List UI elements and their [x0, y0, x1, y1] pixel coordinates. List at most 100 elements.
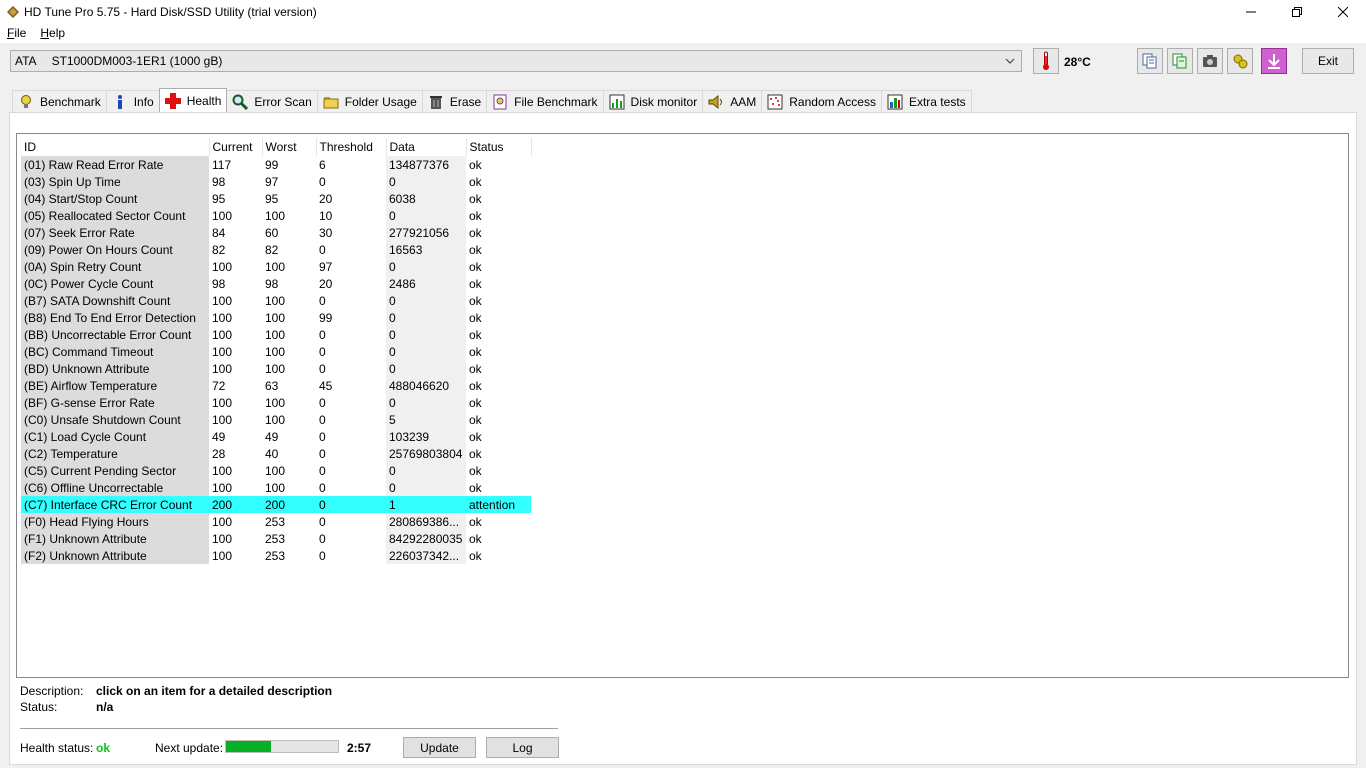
table-row[interactable]: (BD) Unknown Attribute 100 100 0 0 ok [21, 360, 531, 377]
tab-info[interactable]: Info [105, 90, 160, 112]
tab-health[interactable]: Health [158, 88, 228, 112]
table-row[interactable]: (05) Reallocated Sector Count 100 100 10 0 ok [21, 207, 531, 224]
table-row[interactable]: (C5) Current Pending Sector 100 100 0 0 ok [21, 462, 531, 479]
cell-id: (04) Start/Stop Count [21, 190, 209, 207]
description-label: Description: [20, 684, 84, 698]
table-row[interactable]: (F0) Head Flying Hours 100 253 0 280869386..… [21, 513, 531, 530]
tab-benchmark[interactable]: Benchmark [12, 90, 107, 112]
table-row[interactable]: (C1) Load Cycle Count 49 49 0 103239 ok [21, 428, 531, 445]
cell-status: ok [469, 446, 482, 461]
header-id[interactable]: ID [21, 138, 210, 156]
cell-threshold: 0 [319, 548, 326, 563]
cell-id: (B8) End To End Error Detection [21, 309, 209, 326]
minimize-icon [1246, 11, 1256, 12]
header-data[interactable]: Data [386, 138, 467, 156]
exit-button[interactable]: Exit [1302, 48, 1354, 74]
tab-extra-tests[interactable]: Extra tests [880, 90, 972, 112]
table-row[interactable]: (0A) Spin Retry Count 100 100 97 0 ok [21, 258, 531, 275]
speaker-icon [708, 94, 724, 110]
header-status[interactable]: Status [466, 138, 532, 156]
tab-file-benchmark[interactable]: File Benchmark [486, 90, 604, 112]
cell-threshold: 0 [319, 480, 326, 495]
cell-threshold: 0 [319, 463, 326, 478]
options-button[interactable] [1227, 48, 1253, 74]
cell-status: ok [469, 327, 482, 342]
smart-table[interactable]: ID Current Worst Threshold Data Status (… [16, 133, 1349, 678]
cell-current: 100 [212, 395, 233, 410]
table-row[interactable]: (04) Start/Stop Count 95 95 20 6038 ok [21, 190, 531, 207]
maximize-button[interactable] [1274, 0, 1320, 23]
tab-aam[interactable]: AAM [702, 90, 763, 112]
drive-select[interactable]: ATA ST1000DM003-1ER1 (1000 gB) [10, 50, 1022, 72]
cell-data: 16563 [386, 241, 466, 258]
cell-worst: 100 [265, 480, 286, 495]
thermometer-icon [1043, 51, 1049, 70]
cell-worst: 63 [265, 378, 279, 393]
cell-id: (BC) Command Timeout [21, 343, 209, 360]
table-row[interactable]: (0C) Power Cycle Count 98 98 20 2486 ok [21, 275, 531, 292]
cell-id: (C1) Load Cycle Count [21, 428, 209, 445]
table-row[interactable]: (B7) SATA Downshift Count 100 100 0 0 ok [21, 292, 531, 309]
cell-status: ok [469, 191, 482, 206]
cell-status: ok [469, 242, 482, 257]
cell-threshold: 0 [319, 429, 326, 444]
cell-data: 5 [386, 411, 466, 428]
save-button[interactable] [1261, 48, 1287, 74]
table-row[interactable]: (F1) Unknown Attribute 100 253 0 84292280035… [21, 530, 531, 547]
cell-status: ok [469, 412, 482, 427]
cell-current: 100 [212, 361, 233, 376]
cell-current: 117 [212, 157, 232, 172]
table-row[interactable]: (C6) Offline Uncorrectable 100 100 0 0 ok [21, 479, 531, 496]
table-row[interactable]: (C0) Unsafe Shutdown Count 100 100 0 5 ok [21, 411, 531, 428]
table-row[interactable]: (BB) Uncorrectable Error Count 100 100 0 0 ok [21, 326, 531, 343]
table-row[interactable]: (B8) End To End Error Detection 100 100 99 0… [21, 309, 531, 326]
minimize-button[interactable] [1228, 0, 1274, 23]
cell-threshold: 45 [319, 378, 333, 393]
header-threshold[interactable]: Threshold [316, 138, 387, 156]
chevron-down-icon [1005, 58, 1015, 64]
copy-info-button[interactable] [1137, 48, 1163, 74]
header-current[interactable]: Current [209, 138, 263, 156]
cell-worst: 100 [265, 463, 286, 478]
header-worst[interactable]: Worst [262, 138, 317, 156]
table-row[interactable]: (C2) Temperature 28 40 0 25769803804 ok [21, 445, 531, 462]
tab-error-scan[interactable]: Error Scan [226, 90, 318, 112]
tab-random-access[interactable]: Random Access [761, 90, 882, 112]
app-icon [6, 5, 20, 19]
copy-all-button[interactable] [1167, 48, 1193, 74]
tab-erase[interactable]: Erase [421, 90, 488, 112]
cell-data: 277921056 [386, 224, 466, 241]
tab-disk-monitor[interactable]: Disk monitor [602, 90, 704, 112]
cell-worst: 95 [265, 191, 279, 206]
table-row[interactable]: (BC) Command Timeout 100 100 0 0 ok [21, 343, 531, 360]
temperature-button[interactable] [1033, 48, 1059, 74]
tab-folder-usage[interactable]: Folder Usage [316, 90, 423, 112]
cell-worst: 100 [265, 310, 286, 325]
log-button[interactable]: Log [486, 737, 559, 758]
extra-tests-icon [887, 94, 903, 110]
table-row[interactable]: (01) Raw Read Error Rate 117 99 6 134877376 o… [21, 156, 531, 173]
table-row[interactable]: (BE) Airflow Temperature 72 63 45 488046620 o… [21, 377, 531, 394]
cell-id: (C7) Interface CRC Error Count [21, 496, 209, 513]
cell-threshold: 20 [319, 191, 333, 206]
table-row[interactable]: (BF) G-sense Error Rate 100 100 0 0 ok [21, 394, 531, 411]
update-button[interactable]: Update [403, 737, 476, 758]
cell-threshold: 0 [319, 361, 326, 376]
table-row[interactable]: (F2) Unknown Attribute 100 253 0 226037342..… [21, 547, 531, 564]
cell-id: (BE) Airflow Temperature [21, 377, 209, 394]
table-row[interactable]: (C7) Interface CRC Error Count 200 200 0 1 at… [21, 496, 531, 513]
table-row[interactable]: (07) Seek Error Rate 84 60 30 277921056 ok [21, 224, 531, 241]
cell-threshold: 20 [319, 276, 333, 291]
table-row[interactable]: (03) Spin Up Time 98 97 0 0 ok [21, 173, 531, 190]
cell-id: (0A) Spin Retry Count [21, 258, 209, 275]
menu-help[interactable]: Help [40, 26, 65, 40]
screenshot-button[interactable] [1197, 48, 1223, 74]
menu-file[interactable]: File [7, 26, 26, 40]
cell-status: ok [469, 395, 482, 410]
close-button[interactable] [1320, 0, 1366, 23]
cell-id: (C2) Temperature [21, 445, 209, 462]
cell-status: attention [466, 496, 531, 513]
table-row[interactable]: (09) Power On Hours Count 82 82 0 16563 ok [21, 241, 531, 258]
cell-threshold: 0 [316, 496, 386, 513]
camera-icon [1203, 55, 1217, 67]
